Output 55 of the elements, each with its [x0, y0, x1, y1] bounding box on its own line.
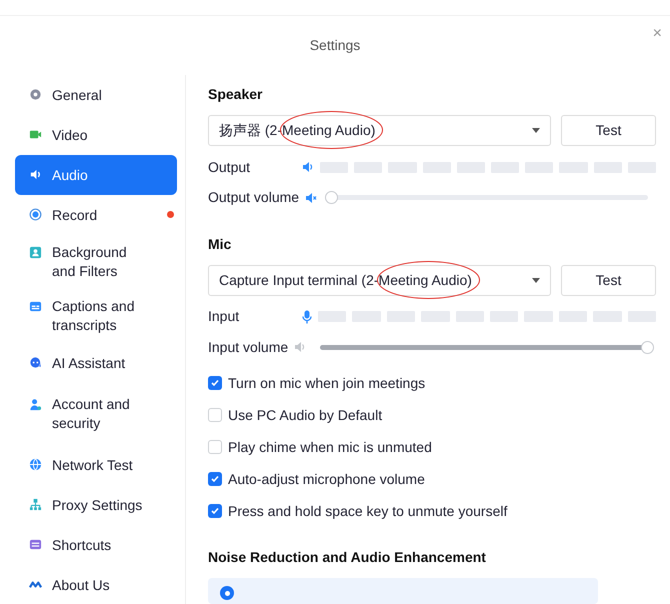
keyboard-icon — [29, 538, 42, 551]
volume-label: Output volume — [208, 188, 300, 208]
sidebar-item[interactable]: Network Test — [15, 445, 177, 485]
checkmark-icon — [210, 506, 220, 516]
section-heading: Speaker — [208, 85, 264, 104]
section-heading: Noise Reduction and Audio Enhancement — [208, 548, 487, 568]
speaker-muted-icon — [305, 192, 318, 204]
sidebar-item[interactable]: Background and Filters — [15, 235, 177, 289]
speaker-icon — [29, 168, 42, 181]
checkbox-label: Turn on mic when join meetings — [228, 374, 426, 393]
checkbox[interactable] — [208, 408, 222, 422]
checkbox[interactable] — [208, 440, 222, 454]
sidebar-item[interactable]: AI Assistant — [15, 343, 177, 383]
checkbox[interactable] — [208, 504, 222, 518]
checkbox-label: Press and hold space key to unmute yourself — [228, 502, 508, 521]
window-title: Settings — [310, 36, 360, 55]
meter-label: Output — [208, 158, 252, 177]
sidebar-item[interactable]: Proxy Settings — [15, 485, 177, 525]
slider-thumb[interactable] — [641, 340, 654, 354]
checkbox[interactable] — [208, 376, 222, 390]
checkbox-label: Play chime when mic is unmuted — [228, 438, 432, 457]
slider-thumb[interactable] — [325, 191, 338, 204]
sidebar-item[interactable]: General — [15, 75, 177, 115]
sidebar-item[interactable]: Account and security — [15, 387, 177, 441]
person-icon — [29, 246, 42, 259]
sidebar-item[interactable]: Record — [15, 195, 177, 235]
microphone-icon — [302, 310, 312, 324]
checkbox-label: Use PC Audio by Default — [228, 406, 382, 425]
caret-icon — [532, 128, 540, 133]
globe-icon — [29, 458, 42, 471]
speaker-icon — [302, 161, 314, 174]
user-icon — [29, 398, 42, 411]
record-icon — [29, 208, 42, 221]
speaker-icon — [294, 341, 306, 354]
sidebar-item[interactable]: Video — [15, 115, 177, 155]
chat-bot-icon — [29, 356, 42, 369]
test-button[interactable]: Test — [561, 264, 656, 296]
gear-icon — [29, 88, 42, 101]
sidebar-item[interactable]: Captions and transcripts — [15, 289, 177, 343]
sidebar-item[interactable]: Audio — [15, 155, 177, 195]
volume-label: Input volume — [208, 338, 288, 357]
test-button[interactable]: Test — [561, 115, 656, 146]
section-heading: Mic — [208, 234, 232, 254]
checkbox[interactable] — [208, 472, 222, 486]
radio-button[interactable] — [220, 586, 234, 600]
captions-icon — [29, 300, 42, 313]
checkbox-label: Auto-adjust microphone volume — [228, 470, 425, 489]
checkmark-icon — [210, 378, 220, 388]
caret-icon — [532, 278, 540, 283]
sidebar-item[interactable]: About Us — [15, 565, 177, 604]
sidebar-item[interactable]: Shortcuts — [15, 525, 177, 565]
camera-icon — [29, 128, 42, 141]
network-icon — [29, 498, 42, 511]
meter-label: Input — [208, 307, 240, 326]
checkmark-icon — [210, 474, 220, 484]
